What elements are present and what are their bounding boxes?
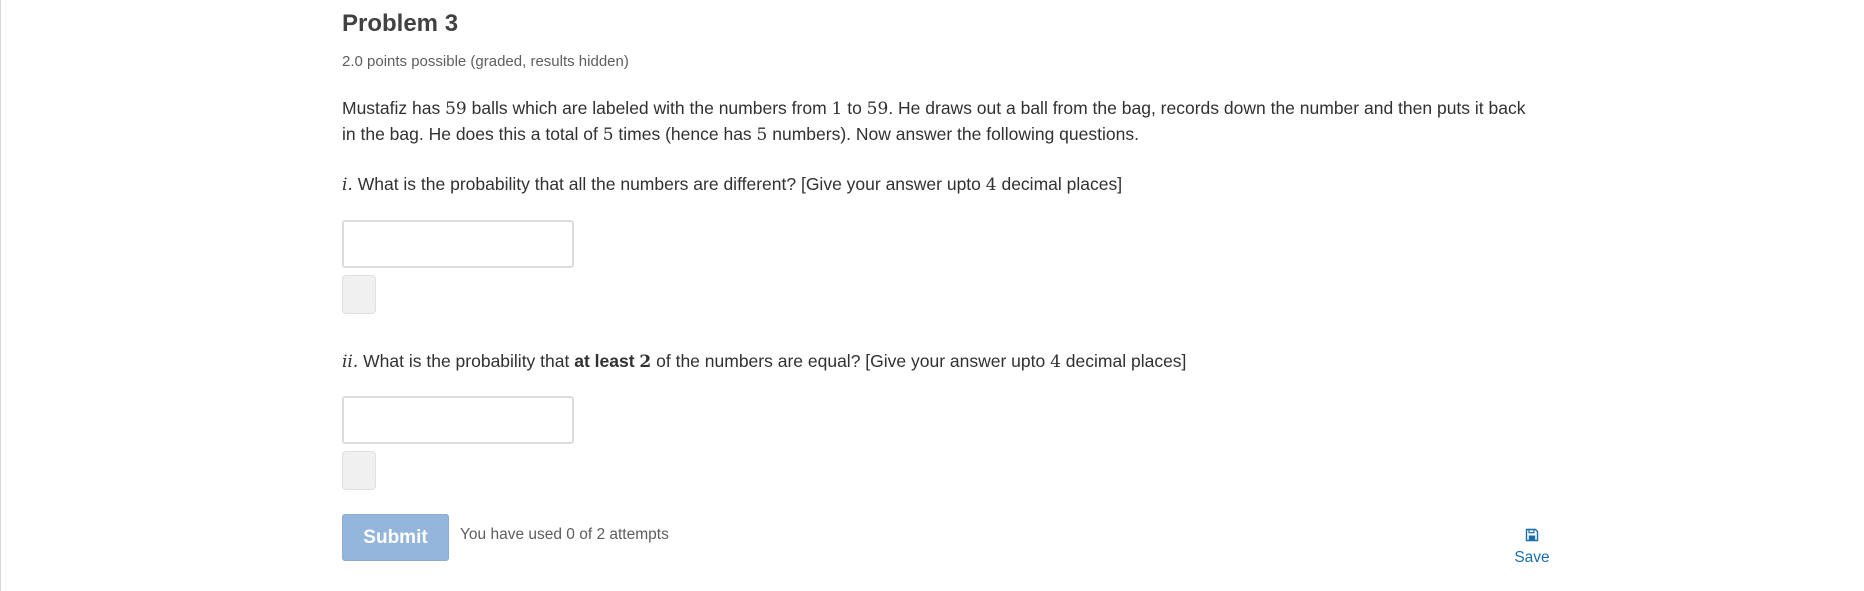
submit-button[interactable]: Submit xyxy=(342,514,449,561)
math-number: 5 xyxy=(756,125,768,145)
question-2: ii. What is the probability that at leas… xyxy=(342,349,1186,375)
answer-status-indicator-1 xyxy=(342,275,376,314)
emphasis-text: at least xyxy=(574,351,640,371)
question-1-label: i. xyxy=(342,175,353,195)
left-border-line xyxy=(0,0,1,591)
math-number: 59 xyxy=(866,99,889,119)
question-text: decimal places] xyxy=(1060,351,1187,371)
math-number: 4 xyxy=(985,175,997,195)
question-text: What is the probability that all the num… xyxy=(352,174,986,194)
problem-title: Problem 3 xyxy=(342,10,459,37)
statement-text: to xyxy=(842,98,867,118)
points-info: 2.0 points possible (graded, results hid… xyxy=(342,53,629,70)
question-1: i. What is the probability that all the … xyxy=(342,172,1122,198)
math-number: 59 xyxy=(445,99,467,119)
question-2-label: ii. xyxy=(342,352,359,372)
math-number: 5 xyxy=(602,125,614,145)
question-emphasis: at least 2 xyxy=(574,351,652,372)
floppy-disk-icon xyxy=(1525,528,1539,546)
answer-status-indicator-2 xyxy=(342,451,376,490)
math-number: 2 xyxy=(639,352,652,372)
statement-text: Mustafiz has xyxy=(342,98,446,118)
statement-text: balls which are labeled with the numbers… xyxy=(466,98,832,118)
question-text: of the numbers are equal? [Give your ans… xyxy=(651,351,1051,371)
question-text: decimal places] xyxy=(996,174,1123,194)
answer-input-1[interactable] xyxy=(342,220,574,268)
statement-text: times (hence has xyxy=(613,124,757,144)
statement-text: numbers). Now answer the following quest… xyxy=(767,124,1139,144)
attempts-counter: You have used 0 of 2 attempts xyxy=(460,526,669,543)
problem-statement: Mustafiz has 59 balls which are labeled … xyxy=(342,96,1532,148)
question-text: What is the probability that xyxy=(358,351,575,371)
save-label: Save xyxy=(1514,549,1550,566)
answer-input-2[interactable] xyxy=(342,396,574,444)
save-button[interactable]: Save xyxy=(1507,528,1557,567)
math-number: 4 xyxy=(1050,352,1061,372)
math-number: 1 xyxy=(831,99,843,119)
